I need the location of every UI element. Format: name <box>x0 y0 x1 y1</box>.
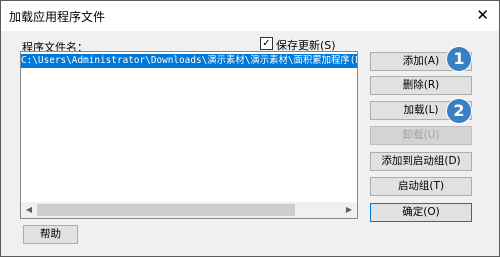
unload-button[interactable]: 卸载(U) <box>370 126 472 145</box>
file-list[interactable]: C:\Users\Administrator\Downloads\演示素材\演示… <box>20 51 358 219</box>
checkmark-icon: ✓ <box>262 38 271 49</box>
startup-group-button[interactable]: 启动组(T) <box>370 177 472 196</box>
scrollbar-thumb[interactable] <box>37 204 295 216</box>
close-icon[interactable]: ✕ <box>476 6 489 24</box>
scroll-right-icon[interactable]: ▶ <box>341 202 357 218</box>
delete-button[interactable]: 删除(R) <box>370 76 472 95</box>
title-bar: 加载应用程序文件 ✕ <box>1 1 499 31</box>
annotation-badge-1: 1 <box>446 46 472 72</box>
ok-button[interactable]: 确定(O) <box>370 203 472 222</box>
list-item-selected[interactable]: C:\Users\Administrator\Downloads\演示素材\演示… <box>21 54 357 68</box>
load-application-dialog: 加载应用程序文件 ✕ 程序文件名： ✓ 保存更新(S) C:\Users\Adm… <box>0 0 500 257</box>
scroll-left-icon[interactable]: ◀ <box>21 202 37 218</box>
add-to-startup-button[interactable]: 添加到启动组(D) <box>370 152 472 171</box>
save-history-checkbox[interactable]: ✓ <box>260 37 273 50</box>
help-button[interactable]: 帮助 <box>23 225 78 244</box>
horizontal-scrollbar[interactable]: ◀ ▶ <box>21 202 357 218</box>
dialog-title: 加载应用程序文件 <box>9 10 106 24</box>
annotation-badge-2: 2 <box>446 98 472 124</box>
